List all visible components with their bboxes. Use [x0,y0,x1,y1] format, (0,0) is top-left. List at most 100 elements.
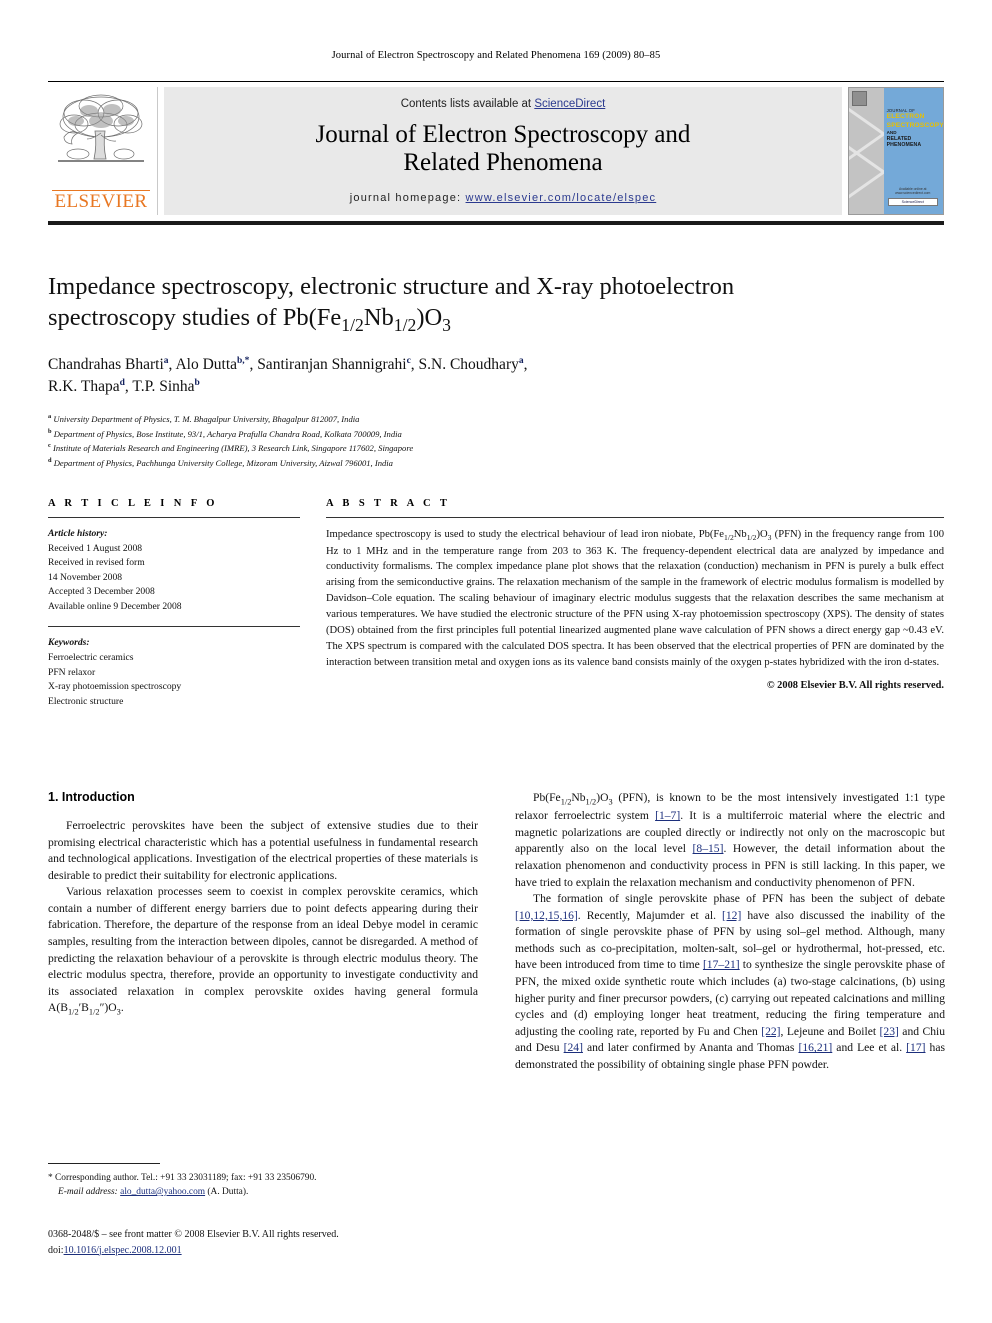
email-suffix: (A. Dutta). [207,1187,249,1198]
info-and-abstract: A R T I C L E I N F O Article history: R… [48,498,944,709]
title-line-2-pre: spectroscopy studies of Pb(Fe [48,303,342,331]
title-line-2-post: )O [416,303,443,331]
affiliation-item: a University Department of Physics, T. M… [48,412,848,427]
title-sub-3: 3 [442,314,451,335]
copyright-line: © 2008 Elsevier B.V. All rights reserved… [766,679,944,691]
author-name[interactable]: S.N. Choudhary [419,356,519,373]
citation-link[interactable]: [8–15] [693,842,724,855]
journal-title-line2: Related Phenomena [403,149,603,177]
formula-sub: 1/2 [585,797,597,807]
affiliation-mark: b [48,427,52,435]
running-head: Journal of Electron Spectroscopy and Rel… [331,50,661,61]
cover-line-5: RELATED PHENOMENA [886,135,922,149]
page-title: Impedance spectroscopy, electronic struc… [48,272,848,336]
author-name[interactable]: Chandrahas Bharti [48,356,164,373]
history-item: Available online 9 December 2008 [48,600,182,612]
paragraph-part: ′B [78,1001,89,1015]
citation-link[interactable]: [10,12,15,16] [515,909,578,922]
history-item: Received in revised form [48,557,145,569]
author-name[interactable]: R.K. Thapa [48,378,120,395]
author-affil-mark: b,* [237,355,250,366]
journal-title: Journal of Electron Spectroscopy and Rel… [164,121,842,178]
author-sep: , [523,355,528,373]
abstract-part-4: (PFN) in the frequency range from 100 Hz… [326,529,944,668]
section-heading-introduction: 1. Introduction [48,790,135,804]
paragraph-part: . [120,1001,124,1015]
keyword-item: PFN relaxor [48,666,96,678]
journal-title-line1: Journal of Electron Spectroscopy and [315,121,691,148]
contents-prefix: Contents lists available at [400,98,535,110]
homepage-label: journal homepage: [349,191,462,204]
doi-label: doi: [48,1244,64,1256]
contents-available-line: Contents lists available at ScienceDirec… [164,98,842,110]
citation-link[interactable]: [1–7] [655,809,680,822]
elsevier-logo: ELSEVIER [48,87,158,215]
paragraph: Pb(Fe1/2Nb1/2)O3 (PFN), is known to be t… [515,790,945,891]
article-history-label: Article history: [48,528,108,539]
abstract-rule [326,517,944,518]
citation-link[interactable]: [24] [564,1041,583,1054]
affiliation-item: b Department of Physics, Bose Institute,… [48,427,848,442]
abstract-column: A B S T R A C T Impedance spectroscopy i… [326,498,944,709]
cover-footer-line-1: Available online at www.sciencedirect.co… [895,186,931,196]
affiliation-mark: d [48,457,52,465]
article-history-group: Article history: Received 1 August 2008 … [48,527,300,614]
paragraph-part: The formation of single perovskite phase… [533,892,945,906]
author-name[interactable]: Santiranjan Shannigrahi [257,356,406,373]
paragraph: Various relaxation processes seem to coe… [48,884,478,1018]
journal-masthead: ELSEVIER Contents lists available at Sci… [48,81,944,225]
cover-title-text: JOURNAL OF ELECTRON SPECTROSCOPY AND REL… [886,108,944,149]
abstract-part-3: )O [756,529,768,540]
cover-line-3: SPECTROSCOPY [886,121,944,129]
author-affil-mark: b [194,378,200,389]
affiliation-item: d Department of Physics, Pachhunga Unive… [48,456,848,471]
author-email-link[interactable]: alo_dutta@yahoo.com [120,1187,205,1197]
keyword-item: Ferroelectric ceramics [48,652,134,664]
doi-link[interactable]: 10.1016/j.elspec.2008.12.001 [64,1245,182,1256]
abstract-sub-1: 1/2 [724,533,734,543]
body-left-column: 1. Introduction Ferroelectric perovskite… [48,790,478,1074]
title-line-2-mid: Nb [363,303,394,331]
citation-link[interactable]: [17–21] [703,958,740,971]
article-info-rule [48,517,300,518]
author-list: Chandrahas Bhartia, Alo Duttab,*, Santir… [48,354,848,399]
footnote-text: * Corresponding author. Tel.: +91 33 230… [48,1171,478,1199]
citation-link[interactable]: [22] [761,1025,780,1038]
doi-line: doi:10.1016/j.elspec.2008.12.001 [48,1243,508,1259]
footnote-rule [48,1163,160,1164]
keywords-rule [48,626,300,628]
paragraph-part: Pb(Fe [533,791,561,804]
author-sep: , [410,355,419,373]
citation-link[interactable]: [12] [722,909,741,922]
citation-link[interactable]: [17] [906,1041,925,1054]
imprint-block: 0368-2048/$ – see front matter © 2008 El… [48,1227,508,1258]
title-sub-2: 1/2 [393,314,417,335]
journal-cover-thumbnail[interactable]: JOURNAL OF ELECTRON SPECTROSCOPY AND REL… [848,87,944,215]
masthead-bottom-rule [48,221,944,225]
body-columns: 1. Introduction Ferroelectric perovskite… [48,790,945,1074]
masthead-top-rule [48,81,944,82]
cover-chevron-graphic [849,107,884,199]
citation-link[interactable]: [23] [880,1025,899,1038]
journal-homepage-link[interactable]: www.elsevier.com/locate/elspec [466,192,657,204]
title-sub-1: 1/2 [341,314,364,335]
article-info-column: A R T I C L E I N F O Article history: R… [48,498,300,709]
paragraph-part: ″)O [99,1001,117,1015]
cover-footer-line-2: ScienceDirect [887,198,938,206]
abstract-part-2: Nb [733,529,747,540]
sciencedirect-link[interactable]: ScienceDirect [534,98,605,110]
footnote-corresponding-text: Corresponding author. Tel.: +91 33 23031… [55,1173,317,1183]
keyword-item: X-ray photoemission spectroscopy [48,681,182,693]
history-item: Accepted 3 December 2008 [48,586,155,598]
cover-line-2: ELECTRON [886,113,925,121]
keywords-label: Keywords: [48,637,90,649]
citation-link[interactable]: [16,21] [798,1041,832,1054]
abstract-part-1: Impedance spectroscopy is used to study … [326,529,725,540]
history-item: 14 November 2008 [48,571,123,583]
affiliation-text: Department of Physics, Pachhunga Univers… [53,458,393,469]
title-line-1: Impedance spectroscopy, electronic struc… [48,273,735,300]
formula-sub: 1/2 [67,1007,79,1017]
author-name[interactable]: Alo Dutta [175,356,237,373]
author-name[interactable]: T.P. Sinha [132,378,194,395]
paragraph-part: and later confirmed by Ananta and Thomas [582,1041,799,1055]
